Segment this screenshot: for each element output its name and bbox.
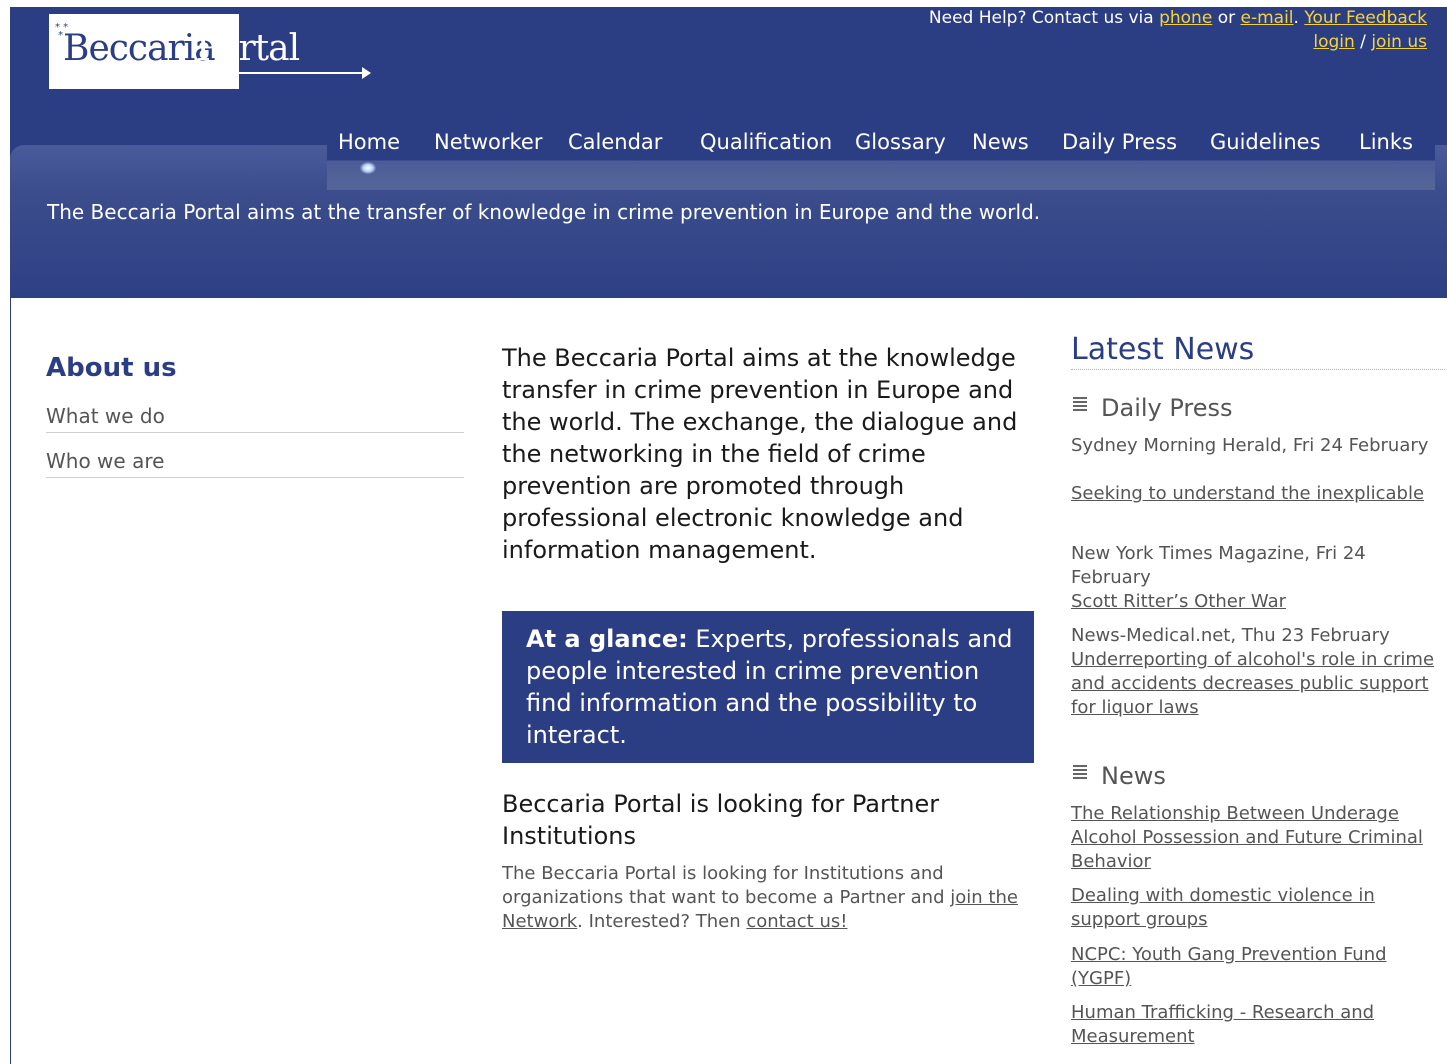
login-link[interactable]: login (1313, 32, 1354, 52)
logo-arrow-icon (362, 67, 371, 79)
news-label: News (1101, 762, 1166, 790)
newspaper-icon (1073, 397, 1087, 413)
active-nav-indicator (360, 162, 376, 174)
press-headline-link[interactable]: Seeking to understand the inexplicable (1071, 482, 1445, 506)
press-source: Sydney Morning Herald, Fri 24 February (1071, 435, 1429, 456)
press-source: New York Times Magazine, Fri 24 February (1071, 543, 1366, 588)
latest-news-divider (1071, 369, 1445, 370)
partner-text-1: The Beccaria Portal is looking for Insti… (502, 863, 951, 908)
separator-text: . (1293, 8, 1305, 28)
intro-text: The Beccaria Portal aims at the knowledg… (502, 344, 1018, 564)
latest-news-title: Latest News (1071, 332, 1255, 367)
phone-link[interactable]: phone (1159, 8, 1212, 28)
nav-networker[interactable]: Networker (434, 130, 543, 154)
sidebar-item-what-we-do[interactable]: What we do (46, 404, 464, 433)
help-line: Need Help? Contact us via phone or e-mai… (929, 8, 1427, 28)
news-headline-link[interactable]: Dealing with domestic violence in suppor… (1071, 884, 1445, 932)
nav-glossary[interactable]: Glossary (855, 130, 946, 154)
at-a-glance-text: At a glance: Experts, professionals and … (526, 623, 1016, 751)
press-source: News-Medical.net, Thu 23 February (1071, 625, 1390, 646)
daily-press-heading: Daily Press (1073, 394, 1233, 422)
daily-press-label: Daily Press (1101, 394, 1233, 422)
sidebar-title: About us (46, 353, 177, 383)
slash-text: / (1354, 32, 1372, 52)
page-left-border (10, 298, 11, 1064)
header-tagline: The Beccaria Portal aims at the transfer… (47, 200, 1041, 224)
partner-text-2: . Interested? Then (577, 911, 747, 932)
press-headline-link[interactable]: Scott Ritter’s Other War (1071, 590, 1445, 614)
nav-daily-press[interactable]: Daily Press (1062, 130, 1177, 154)
news-headline-link[interactable]: NCPC: Youth Gang Prevention Fund (YGPF) (1071, 943, 1445, 991)
nav-qualification[interactable]: Qualification (700, 130, 832, 154)
contact-us-link[interactable]: contact us! (746, 911, 847, 932)
feedback-link[interactable]: Your Feedback (1304, 8, 1427, 28)
at-a-glance-label: At a glance: (526, 625, 688, 653)
join-link[interactable]: join us (1371, 32, 1427, 52)
logo-text-portal: Portal (196, 28, 300, 69)
help-text: Need Help? Contact us via (928, 8, 1160, 28)
account-links: login / join us (1313, 32, 1427, 52)
at-a-glance-box: At a glance: Experts, professionals and … (502, 611, 1034, 763)
email-link[interactable]: e-mail (1241, 8, 1294, 28)
news-headline-link[interactable]: The Relationship Between Underage Alcoho… (1071, 802, 1445, 874)
news-headline-link[interactable]: Human Trafficking - Research and Measure… (1071, 1001, 1445, 1049)
press-headline-link[interactable]: Underreporting of alcohol's role in crim… (1071, 648, 1445, 720)
logo-arrow-line (196, 72, 366, 74)
or-text: or (1212, 8, 1241, 28)
nav-links[interactable]: Links (1359, 130, 1413, 154)
logo-text-beccaria: Beccaria (63, 28, 216, 69)
sidebar-item-who-we-are[interactable]: Who we are (46, 449, 464, 478)
nav-calendar[interactable]: Calendar (568, 130, 662, 154)
nav-news[interactable]: News (972, 130, 1029, 154)
nav-guidelines[interactable]: Guidelines (1210, 130, 1321, 154)
partner-heading: Beccaria Portal is looking for Partner I… (502, 790, 940, 850)
nav-home[interactable]: Home (338, 130, 400, 154)
newspaper-icon (1073, 765, 1087, 781)
partner-text: The Beccaria Portal is looking for Insti… (502, 862, 1022, 934)
news-heading: News (1073, 762, 1166, 790)
